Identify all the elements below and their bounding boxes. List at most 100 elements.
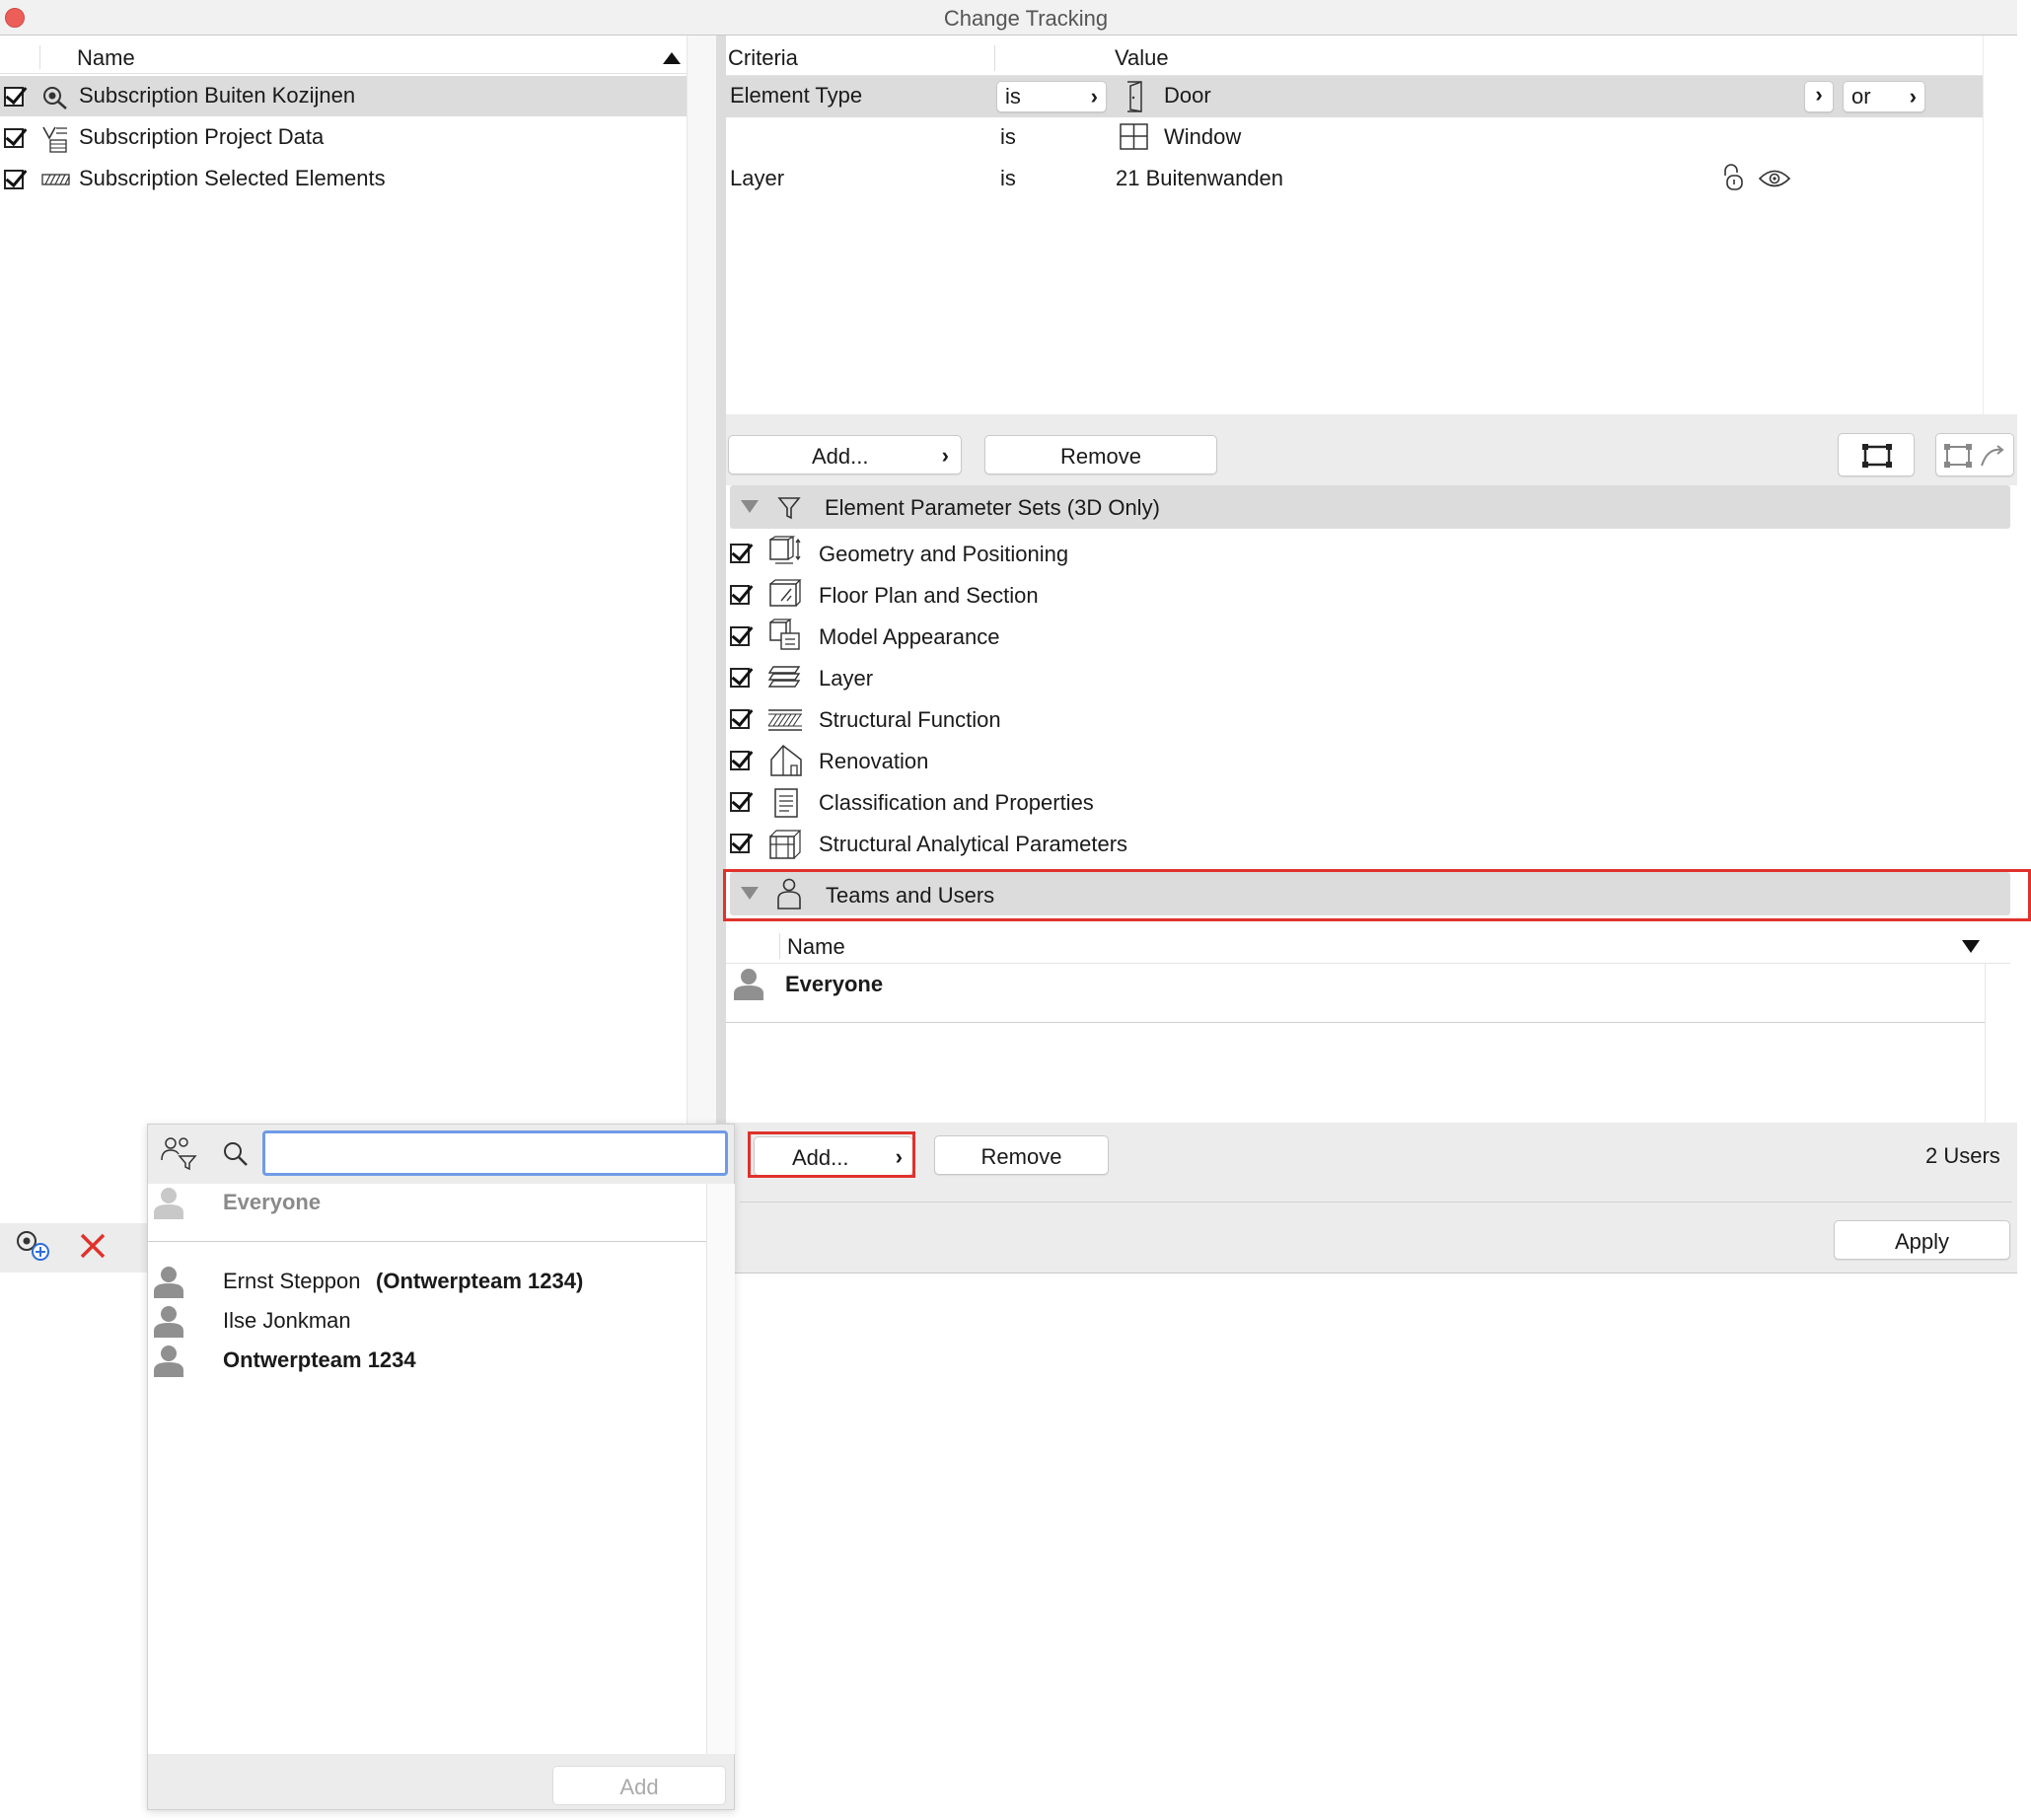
collapse-triangle-icon[interactable] xyxy=(741,887,759,900)
layer-icon xyxy=(767,666,801,688)
subscription-search-icon xyxy=(43,87,67,109)
add-subscription-icon[interactable] xyxy=(14,1228,53,1264)
criteria-remove-label: Remove xyxy=(1060,444,1141,469)
popup-user-name[interactable]: Ernst Steppon xyxy=(223,1269,360,1294)
popup-scrollbar-track[interactable] xyxy=(706,1184,735,1754)
apply-label: Apply xyxy=(1894,1229,1950,1254)
search-icon xyxy=(224,1142,248,1166)
parameter-set-label[interactable]: Structural Function xyxy=(819,707,1001,733)
subscription-checkbox-1[interactable] xyxy=(4,87,24,107)
user-avatar-icon xyxy=(154,1306,183,1338)
teams-header-divider xyxy=(779,933,780,959)
criteria-row-3-value[interactable]: 21 Buitenwanden xyxy=(1116,166,1283,191)
subscription-label-1[interactable]: Subscription Buiten Kozijnen xyxy=(79,83,355,109)
zoom-to-selection-button[interactable] xyxy=(1935,433,2014,476)
popup-add-button[interactable]: Add xyxy=(552,1766,726,1805)
chevron-right-icon: › xyxy=(941,443,949,468)
structural-analytical-checkbox[interactable] xyxy=(730,834,750,853)
window-icon xyxy=(1120,123,1148,150)
users-count: 2 Users xyxy=(1925,1143,2000,1168)
floor-plan-icon xyxy=(769,579,802,607)
user-picker-popup xyxy=(147,1124,735,1810)
sort-ascending-icon[interactable] xyxy=(663,52,681,64)
parameter-set-label[interactable]: Floor Plan and Section xyxy=(819,583,1039,609)
user-avatar-icon xyxy=(734,969,763,1000)
door-icon xyxy=(1127,81,1142,112)
selected-elements-icon xyxy=(41,174,70,185)
structural-function-checkbox[interactable] xyxy=(730,709,750,729)
classification-icon xyxy=(774,788,798,818)
header-divider xyxy=(39,45,40,69)
criteria-column-header[interactable]: Criteria xyxy=(728,45,798,71)
criteria-row-3-criteria[interactable]: Layer xyxy=(730,166,784,191)
parameter-set-label[interactable]: Classification and Properties xyxy=(819,790,1094,816)
criteria-row-3-operator[interactable]: is xyxy=(1000,166,1016,191)
layer-visibility-icon[interactable] xyxy=(1758,168,1791,189)
team-row-label[interactable]: Everyone xyxy=(785,972,883,997)
select-in-model-button[interactable] xyxy=(1838,433,1915,476)
user-avatar-icon xyxy=(154,1267,183,1298)
name-column-header[interactable]: Name xyxy=(77,45,135,71)
operator-dropdown[interactable]: is › xyxy=(996,81,1107,112)
criteria-header-row xyxy=(726,41,1983,76)
apply-button[interactable]: Apply xyxy=(1834,1220,2010,1260)
criteria-add-button[interactable]: Add... › xyxy=(728,435,962,474)
value-column-header[interactable]: Value xyxy=(1115,45,1169,71)
parameter-set-label[interactable]: Renovation xyxy=(819,749,928,774)
user-filter-icon[interactable] xyxy=(160,1134,197,1172)
criteria-row-selected[interactable] xyxy=(726,76,1983,117)
logic-dropdown[interactable]: or › xyxy=(1843,81,1925,112)
structural-analytical-icon xyxy=(769,830,802,859)
criteria-row-2-operator[interactable]: is xyxy=(1000,124,1016,150)
delete-subscription-icon[interactable] xyxy=(80,1233,106,1259)
popup-user-name[interactable]: Ilse Jonkman xyxy=(223,1308,351,1334)
criteria-row-2-value[interactable]: Window xyxy=(1164,124,1241,150)
teams-remove-button[interactable]: Remove xyxy=(934,1135,1109,1175)
teams-list-separator xyxy=(726,1022,1985,1023)
collapse-triangle-icon[interactable] xyxy=(741,500,759,513)
criteria-scrollbar-track[interactable] xyxy=(1983,36,2018,414)
structural-function-icon xyxy=(767,709,802,731)
subscription-label-3[interactable]: Subscription Selected Elements xyxy=(79,166,386,191)
layer-checkbox[interactable] xyxy=(730,668,750,688)
left-scrollbar-track[interactable] xyxy=(687,36,717,1130)
bottom-separator xyxy=(740,1201,2012,1202)
criteria-add-label: Add... xyxy=(812,444,869,469)
user-search-input[interactable] xyxy=(262,1130,728,1176)
subscription-list xyxy=(0,36,687,1130)
subscription-checkbox-3[interactable] xyxy=(4,170,24,189)
teams-remove-label: Remove xyxy=(980,1144,1062,1169)
logic-value: or xyxy=(1851,84,1871,109)
renovation-checkbox[interactable] xyxy=(730,751,750,770)
teams-header-row xyxy=(726,929,2010,964)
popup-divider xyxy=(148,1241,706,1242)
criteria-row-1-criteria[interactable]: Element Type xyxy=(730,83,862,109)
user-avatar-icon xyxy=(154,1188,183,1219)
panel-splitter[interactable] xyxy=(716,36,726,1130)
parameter-set-label[interactable]: Layer xyxy=(819,666,873,692)
classification-checkbox[interactable] xyxy=(730,792,750,812)
layer-lock-icon[interactable] xyxy=(1720,164,1746,191)
parameter-set-label[interactable]: Structural Analytical Parameters xyxy=(819,832,1127,857)
user-icon xyxy=(777,878,801,910)
criteria-row-1-value[interactable]: Door xyxy=(1164,83,1211,109)
teams-scrollbar-track[interactable] xyxy=(1985,963,1986,1123)
floor-plan-checkbox[interactable] xyxy=(730,585,750,605)
popup-user-name[interactable]: Ontwerpteam 1234 xyxy=(223,1347,416,1373)
parameter-sets-title: Element Parameter Sets (3D Only) xyxy=(825,495,1160,520)
parameter-set-label[interactable]: Geometry and Positioning xyxy=(819,542,1068,567)
popup-everyone-item[interactable]: Everyone xyxy=(223,1190,321,1215)
subscription-checkbox-2[interactable] xyxy=(4,128,24,148)
teams-name-column-header[interactable]: Name xyxy=(787,934,845,960)
geometry-checkbox[interactable] xyxy=(730,544,750,563)
geometry-icon xyxy=(769,536,801,564)
popup-add-label: Add xyxy=(619,1775,659,1799)
expand-value-button[interactable]: › xyxy=(1804,81,1834,112)
model-appearance-checkbox[interactable] xyxy=(730,626,750,646)
subscription-label-2[interactable]: Subscription Project Data xyxy=(79,124,324,150)
criteria-remove-button[interactable]: Remove xyxy=(984,435,1217,474)
parameter-set-label[interactable]: Model Appearance xyxy=(819,624,999,650)
marquee-arrow-icon xyxy=(1944,444,2004,468)
marquee-icon xyxy=(1862,444,1892,468)
sort-descending-icon[interactable] xyxy=(1962,940,1980,953)
